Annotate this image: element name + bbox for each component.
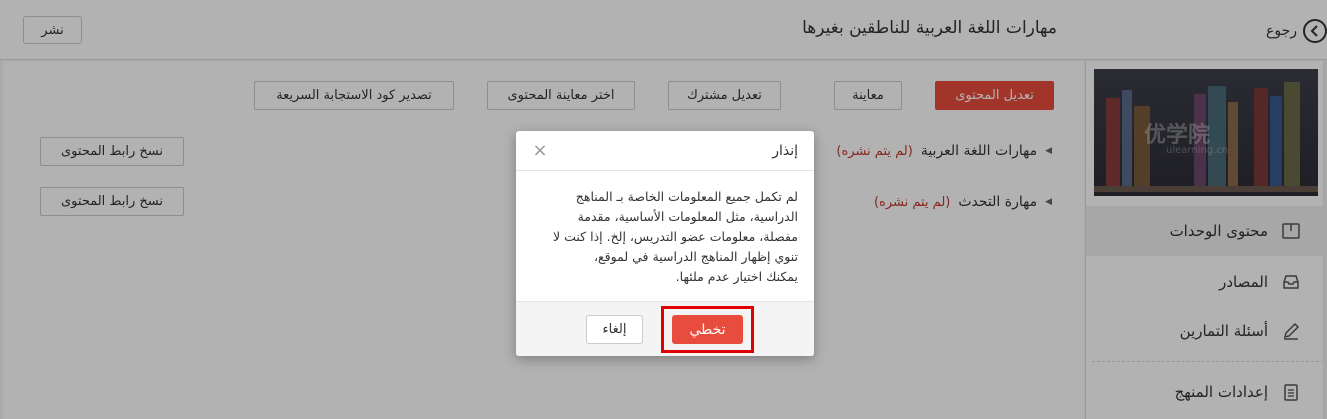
- cancel-button[interactable]: إلغاء: [586, 315, 643, 344]
- dialog-message-line: لم تكمل جميع المعلومات الخاصة بـ المناهج: [575, 189, 798, 204]
- dialog-header: إنذار ×: [516, 131, 814, 171]
- warning-dialog: إنذار × لم تكمل جميع المعلومات الخاصة بـ…: [516, 131, 814, 356]
- dialog-message-line: تنوي إظهار المناهج الدراسية في لموقع،: [594, 249, 798, 264]
- dialog-message-line: مفصلة، معلومات عضو التدريس، إلخ. إذا كنت…: [553, 229, 798, 244]
- dialog-message: لم تكمل جميع المعلومات الخاصة بـ المناهج…: [528, 187, 798, 287]
- dialog-message-line: الدراسية، مثل المعلومات الأساسية، مقدمة: [577, 209, 798, 224]
- dialog-footer: تخطي إلغاء: [516, 301, 814, 356]
- close-icon[interactable]: ×: [530, 141, 550, 161]
- dialog-title: إنذار: [772, 143, 798, 159]
- skip-button[interactable]: تخطي: [672, 315, 743, 344]
- dialog-message-line: يمكنك اختيار عدم ملئها.: [675, 269, 798, 284]
